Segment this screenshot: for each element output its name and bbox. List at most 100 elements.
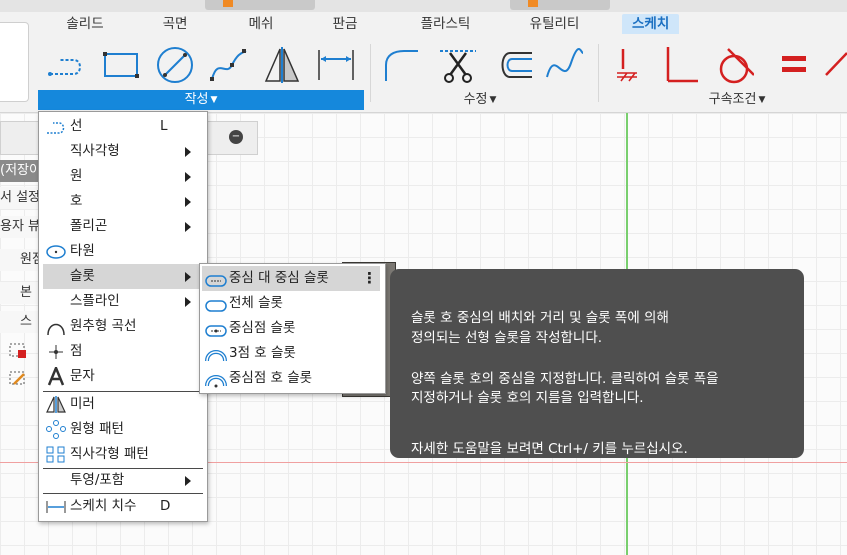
mirror-tool-icon[interactable] bbox=[262, 44, 302, 86]
menu-item-sketch-dimension[interactable]: 스케치 치수 D bbox=[39, 494, 207, 519]
menu-item-label: 전체 슬롯 bbox=[229, 295, 283, 311]
menu-item-line[interactable]: 선 L bbox=[39, 114, 207, 139]
document-icon bbox=[528, 0, 538, 7]
menu-item-label: 중심점 슬롯 bbox=[229, 320, 296, 336]
sketch-lock-icon[interactable] bbox=[4, 340, 30, 362]
tab-plastic[interactable]: 플라스틱 bbox=[418, 14, 473, 34]
browser-item-settings[interactable]: 서 설정 bbox=[0, 187, 40, 209]
menu-item-circle[interactable]: 원 bbox=[39, 164, 207, 189]
menu-item-label: 중심 대 중심 슬롯 bbox=[229, 270, 329, 286]
spline-tool-icon[interactable] bbox=[208, 44, 248, 86]
center-point-slot-icon bbox=[205, 322, 227, 337]
modify-group-button[interactable]: 수정 ▼ bbox=[450, 90, 510, 110]
menu-item-shortcut: L bbox=[160, 118, 168, 134]
browser-item-origin[interactable]: 원점 bbox=[0, 249, 40, 271]
text-icon bbox=[45, 364, 67, 386]
browser-item-bodies[interactable]: 본 bbox=[0, 282, 40, 304]
center-point-arc-slot-icon bbox=[205, 372, 227, 388]
menu-item-mirror[interactable]: 미러 bbox=[39, 392, 207, 417]
chevron-right-icon bbox=[185, 147, 191, 157]
menu-item-project-include[interactable]: 투영/포함 bbox=[39, 468, 207, 493]
rectangular-pattern-icon bbox=[45, 445, 67, 464]
menu-item-shortcut: D bbox=[160, 498, 171, 514]
document-tab[interactable] bbox=[510, 0, 610, 10]
sketch-edit-icon[interactable] bbox=[4, 368, 30, 390]
curve-tool-icon[interactable] bbox=[545, 44, 585, 86]
tab-sketch[interactable]: 스케치 bbox=[622, 14, 680, 34]
rectangle-tool-icon[interactable] bbox=[101, 44, 141, 86]
menu-item-overall-slot[interactable]: 전체 슬롯 bbox=[200, 291, 385, 316]
perpendicular-constraint-icon[interactable] bbox=[660, 44, 700, 86]
equal-constraint-icon[interactable] bbox=[774, 44, 814, 86]
document-tab-strip bbox=[0, 0, 847, 12]
fix-constraint-icon[interactable] bbox=[612, 44, 642, 86]
command-tooltip: 슬롯 호 중심의 배치와 거리 및 슬롯 폭에 의해 정의되는 선형 슬롯을 작… bbox=[390, 269, 804, 458]
menu-item-center-point-arc-slot[interactable]: 중심점 호 슬롯 bbox=[200, 366, 385, 391]
menu-item-arc[interactable]: 호 bbox=[39, 189, 207, 214]
tab-utilities[interactable]: 유틸리티 bbox=[527, 14, 582, 34]
menu-item-spline[interactable]: 스플라인 bbox=[39, 289, 207, 314]
menu-item-point[interactable]: 점 bbox=[39, 339, 207, 364]
sketch-dimension-icon bbox=[45, 497, 67, 516]
tooltip-text: 정의되는 선형 슬롯을 작성합니다. bbox=[411, 330, 603, 346]
menu-item-rectangular-pattern[interactable]: 직사각형 패턴 bbox=[39, 442, 207, 467]
constraints-group-button[interactable]: 구속조건 ▼ bbox=[697, 90, 777, 110]
circular-pattern-icon bbox=[45, 420, 67, 439]
menu-item-polygon[interactable]: 폴리곤 bbox=[39, 214, 207, 239]
trim-tool-icon[interactable] bbox=[438, 44, 478, 86]
menu-item-label: 원추형 곡선 bbox=[70, 318, 137, 334]
tab-mesh[interactable]: 메쉬 bbox=[246, 14, 276, 34]
parallel-constraint-icon[interactable] bbox=[822, 44, 847, 86]
chevron-right-icon bbox=[185, 172, 191, 182]
tab-sheet-metal[interactable]: 판금 bbox=[330, 14, 360, 34]
chevron-down-icon: ▼ bbox=[489, 95, 497, 105]
collapse-icon[interactable]: − bbox=[229, 130, 243, 144]
point-icon bbox=[45, 342, 67, 361]
browser-item-document[interactable]: (저장이 bbox=[0, 160, 40, 182]
tangent-constraint-icon[interactable] bbox=[714, 44, 754, 86]
menu-item-label: 스플라인 bbox=[70, 293, 120, 309]
menu-item-slot[interactable]: 슬롯 bbox=[43, 264, 203, 289]
document-icon bbox=[223, 0, 233, 7]
menu-item-label: 투영/포함 bbox=[70, 472, 125, 488]
line-tool-icon[interactable] bbox=[46, 44, 86, 86]
dimension-tool-icon[interactable] bbox=[316, 44, 356, 86]
overall-slot-icon bbox=[205, 297, 227, 312]
conic-curve-icon bbox=[45, 317, 67, 336]
browser-item-named-views[interactable]: 용자 뷰 bbox=[0, 216, 40, 238]
menu-item-label: 문자 bbox=[70, 368, 95, 384]
circle-tool-icon[interactable] bbox=[155, 44, 195, 86]
menu-item-center-to-center-slot[interactable]: 중심 대 중심 슬롯 ⋮ bbox=[202, 266, 380, 291]
offset-tool-icon[interactable] bbox=[494, 44, 534, 86]
tab-solid[interactable]: 솔리드 bbox=[63, 14, 107, 34]
tab-surface[interactable]: 곡면 bbox=[160, 14, 190, 34]
menu-item-label: 스케치 치수 bbox=[70, 498, 137, 514]
menu-item-circular-pattern[interactable]: 원형 패턴 bbox=[39, 417, 207, 442]
group-separator bbox=[598, 44, 599, 102]
menu-item-rectangle[interactable]: 직사각형 bbox=[39, 139, 207, 164]
menu-item-text[interactable]: 문자 bbox=[39, 364, 207, 389]
document-tab[interactable] bbox=[205, 0, 315, 10]
group-separator bbox=[370, 44, 371, 102]
menu-item-center-point-slot[interactable]: 중심점 슬롯 bbox=[200, 316, 385, 341]
menu-item-label: 미러 bbox=[70, 396, 95, 412]
chevron-down-icon: ▼ bbox=[758, 95, 766, 105]
fillet-tool-icon[interactable] bbox=[380, 44, 420, 86]
chevron-right-icon bbox=[185, 272, 191, 282]
menu-item-label: 타원 bbox=[70, 243, 95, 259]
menu-item-three-point-arc-slot[interactable]: 3점 호 슬롯 bbox=[200, 341, 385, 366]
tooltip-text: 양쪽 슬롯 호의 중심을 지정합니다. 클릭하여 슬롯 폭을 bbox=[411, 371, 719, 387]
menu-item-ellipse[interactable]: 타원 bbox=[39, 239, 207, 264]
three-point-arc-slot-icon bbox=[205, 347, 227, 362]
create-group-button[interactable]: 작성 ▼ bbox=[38, 90, 364, 110]
menu-item-conic-curve[interactable]: 원추형 곡선 bbox=[39, 314, 207, 339]
menu-item-label: 원형 패턴 bbox=[70, 421, 124, 437]
line-icon bbox=[45, 117, 67, 136]
more-options-icon[interactable]: ⋮ bbox=[362, 266, 377, 291]
chevron-right-icon bbox=[185, 197, 191, 207]
constraints-group-label: 구속조건 bbox=[708, 92, 757, 107]
data-panel-button[interactable] bbox=[0, 22, 29, 102]
menu-item-label: 중심점 호 슬롯 bbox=[229, 370, 313, 386]
browser-item-sketches[interactable]: 스 bbox=[0, 311, 40, 333]
tooltip-text: 슬롯 호 중심의 배치와 거리 및 슬롯 폭에 의해 bbox=[411, 310, 669, 326]
